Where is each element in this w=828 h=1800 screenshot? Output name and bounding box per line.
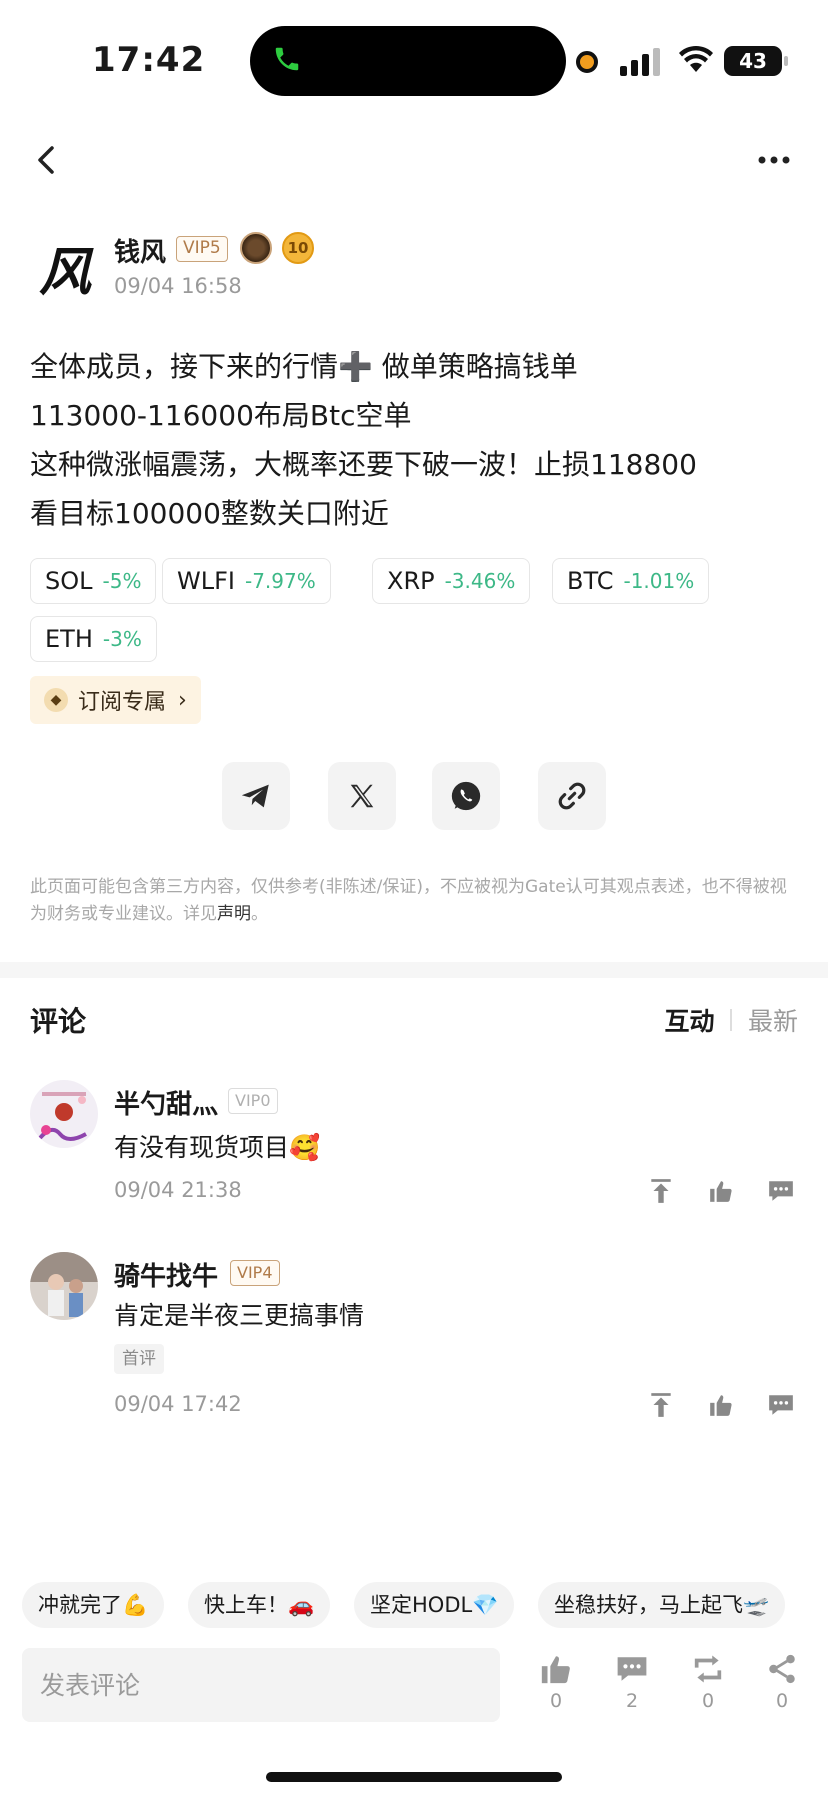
ticker-symbol: WLFI: [177, 567, 235, 595]
quick-reply-chip[interactable]: 坐稳扶好，马上起飞🛫: [538, 1582, 786, 1628]
first-comment-tag: 首评: [114, 1344, 164, 1374]
x-logo-icon: [350, 784, 374, 808]
disclaimer: 此页面可能包含第三方内容，仅供参考(非陈述/保证)，不应被视为Gate认可其观点…: [30, 874, 800, 928]
battery-icon: 43: [724, 46, 788, 76]
achievement-medal-icon: [240, 232, 272, 264]
author-name[interactable]: 钱风: [114, 232, 166, 269]
telegram-icon: [241, 784, 269, 808]
post-line: 全体成员，接下来的行情➕ 做单策略搞钱单: [30, 350, 578, 383]
commenter-vip-badge: VIP0: [228, 1088, 278, 1114]
post-body: 全体成员，接下来的行情➕ 做单策略搞钱单 113000-116000布局Btc空…: [30, 342, 810, 538]
disclaimer-text: 此页面可能包含第三方内容，仅供参考(非陈述/保证)，不应被视为Gate认可其观点…: [30, 877, 787, 924]
commenter-name[interactable]: 骑牛找牛: [114, 1256, 218, 1293]
status-bar: 17:42 43: [0, 0, 828, 120]
dynamic-island[interactable]: [250, 26, 566, 96]
ticker-symbol: XRP: [387, 567, 435, 595]
ticker-chip-btc[interactable]: BTC -1.01%: [552, 558, 710, 604]
chevron-right-icon: ›: [178, 687, 187, 713]
diamond-icon: ◆: [44, 688, 68, 712]
post-line: 看目标100000整数关口附近: [30, 497, 389, 530]
quick-reply-chip[interactable]: 坚定HODL💎: [354, 1582, 515, 1628]
share-row: [0, 762, 828, 830]
post-time: 09/04 16:58: [114, 274, 242, 298]
comment-count: 2: [625, 1690, 639, 1712]
link-icon: [558, 782, 586, 810]
comments-title: 评论: [30, 1005, 87, 1038]
phone-call-icon: [270, 44, 304, 78]
statement-link[interactable]: 声明: [217, 904, 251, 924]
reply-icon[interactable]: [766, 1176, 796, 1206]
like-post-button[interactable]: 0: [532, 1652, 580, 1724]
quick-reply-chip[interactable]: 快上车！🚗: [188, 1582, 331, 1628]
ticker-chip-sol[interactable]: SOL -5%: [30, 558, 157, 604]
author-vip-badge: VIP5: [176, 236, 228, 262]
pin-top-icon[interactable]: [646, 1390, 676, 1420]
ticker-change: -3%: [102, 627, 142, 651]
share-x-button[interactable]: [328, 762, 396, 830]
commenter-avatar[interactable]: [30, 1080, 98, 1148]
comment-post-button[interactable]: 2: [608, 1652, 656, 1724]
level-medal-icon: 10: [282, 232, 314, 264]
post-line: 113000-116000布局Btc空单: [30, 399, 412, 432]
more-options-button[interactable]: [754, 140, 794, 180]
thumbs-up-icon: [539, 1652, 573, 1686]
ticker-chip-eth[interactable]: ETH -3%: [30, 616, 157, 662]
ticker-change: -5%: [102, 569, 142, 593]
ticker-change: -3.46%: [444, 569, 516, 593]
like-icon[interactable]: [706, 1390, 736, 1420]
comment-input[interactable]: [22, 1648, 500, 1722]
pin-top-icon[interactable]: [646, 1176, 676, 1206]
comment-time: 09/04 21:38: [114, 1178, 242, 1202]
section-divider: [0, 962, 828, 978]
ticker-chip-wlfi[interactable]: WLFI -7.97%: [162, 558, 331, 604]
tab-latest[interactable]: 最新: [748, 1002, 798, 1038]
subscribe-label: 订阅专属: [78, 690, 167, 715]
reply-icon[interactable]: [766, 1390, 796, 1420]
ticker-symbol: SOL: [45, 567, 93, 595]
share-post-button[interactable]: 0: [758, 1652, 806, 1724]
ticker-symbol: BTC: [567, 567, 614, 595]
comment-text: 有没有现货项目🥰: [114, 1133, 321, 1162]
comment-bubble-icon: [615, 1652, 649, 1686]
ticker-change: -7.97%: [244, 569, 316, 593]
disclaimer-end: 。: [251, 904, 268, 924]
share-count: 0: [775, 1690, 789, 1712]
repost-count: 0: [701, 1690, 715, 1712]
subscribe-exclusive-button[interactable]: ◆ 订阅专属 ›: [30, 676, 201, 724]
author-avatar[interactable]: 风: [30, 232, 100, 303]
ticker-change: -1.01%: [623, 569, 695, 593]
cellular-signal-icon: [620, 46, 662, 76]
post-line: 这种微涨幅震荡，大概率还要下破一波！止损118800: [30, 448, 697, 481]
back-button[interactable]: [28, 140, 68, 180]
recording-indicator-icon: [576, 51, 598, 73]
comment-input-box[interactable]: [22, 1648, 500, 1722]
commenter-name[interactable]: 半勺甜灬: [114, 1084, 218, 1121]
comment-sort-tabs: 互动 最新: [664, 1002, 798, 1038]
status-time: 17:42: [92, 40, 206, 80]
ticker-chip-xrp[interactable]: XRP -3.46%: [372, 558, 531, 604]
share-whatsapp-button[interactable]: [432, 762, 500, 830]
commenter-vip-badge: VIP4: [230, 1260, 280, 1286]
quick-reply-row: 冲就完了💪 快上车！🚗 坚定HODL💎 坐稳扶好，马上起飞🛫: [0, 1582, 828, 1628]
like-icon[interactable]: [706, 1176, 736, 1206]
commenter-avatar[interactable]: [30, 1252, 98, 1320]
repost-button[interactable]: 0: [684, 1652, 732, 1724]
whatsapp-icon: [451, 781, 481, 811]
ticker-symbol: ETH: [45, 625, 93, 653]
share-icon: [765, 1652, 799, 1686]
home-indicator[interactable]: [266, 1772, 562, 1782]
tab-separator: [730, 1009, 732, 1031]
copy-link-button[interactable]: [538, 762, 606, 830]
tab-interaction[interactable]: 互动: [664, 1002, 714, 1038]
share-telegram-button[interactable]: [222, 762, 290, 830]
quick-reply-chip[interactable]: 冲就完了💪: [22, 1582, 165, 1628]
repost-icon: [691, 1652, 725, 1686]
comment-text: 肯定是半夜三更搞事情: [114, 1301, 365, 1330]
comment-time: 09/04 17:42: [114, 1392, 242, 1416]
wifi-icon: [676, 40, 716, 80]
like-count: 0: [549, 1690, 563, 1712]
